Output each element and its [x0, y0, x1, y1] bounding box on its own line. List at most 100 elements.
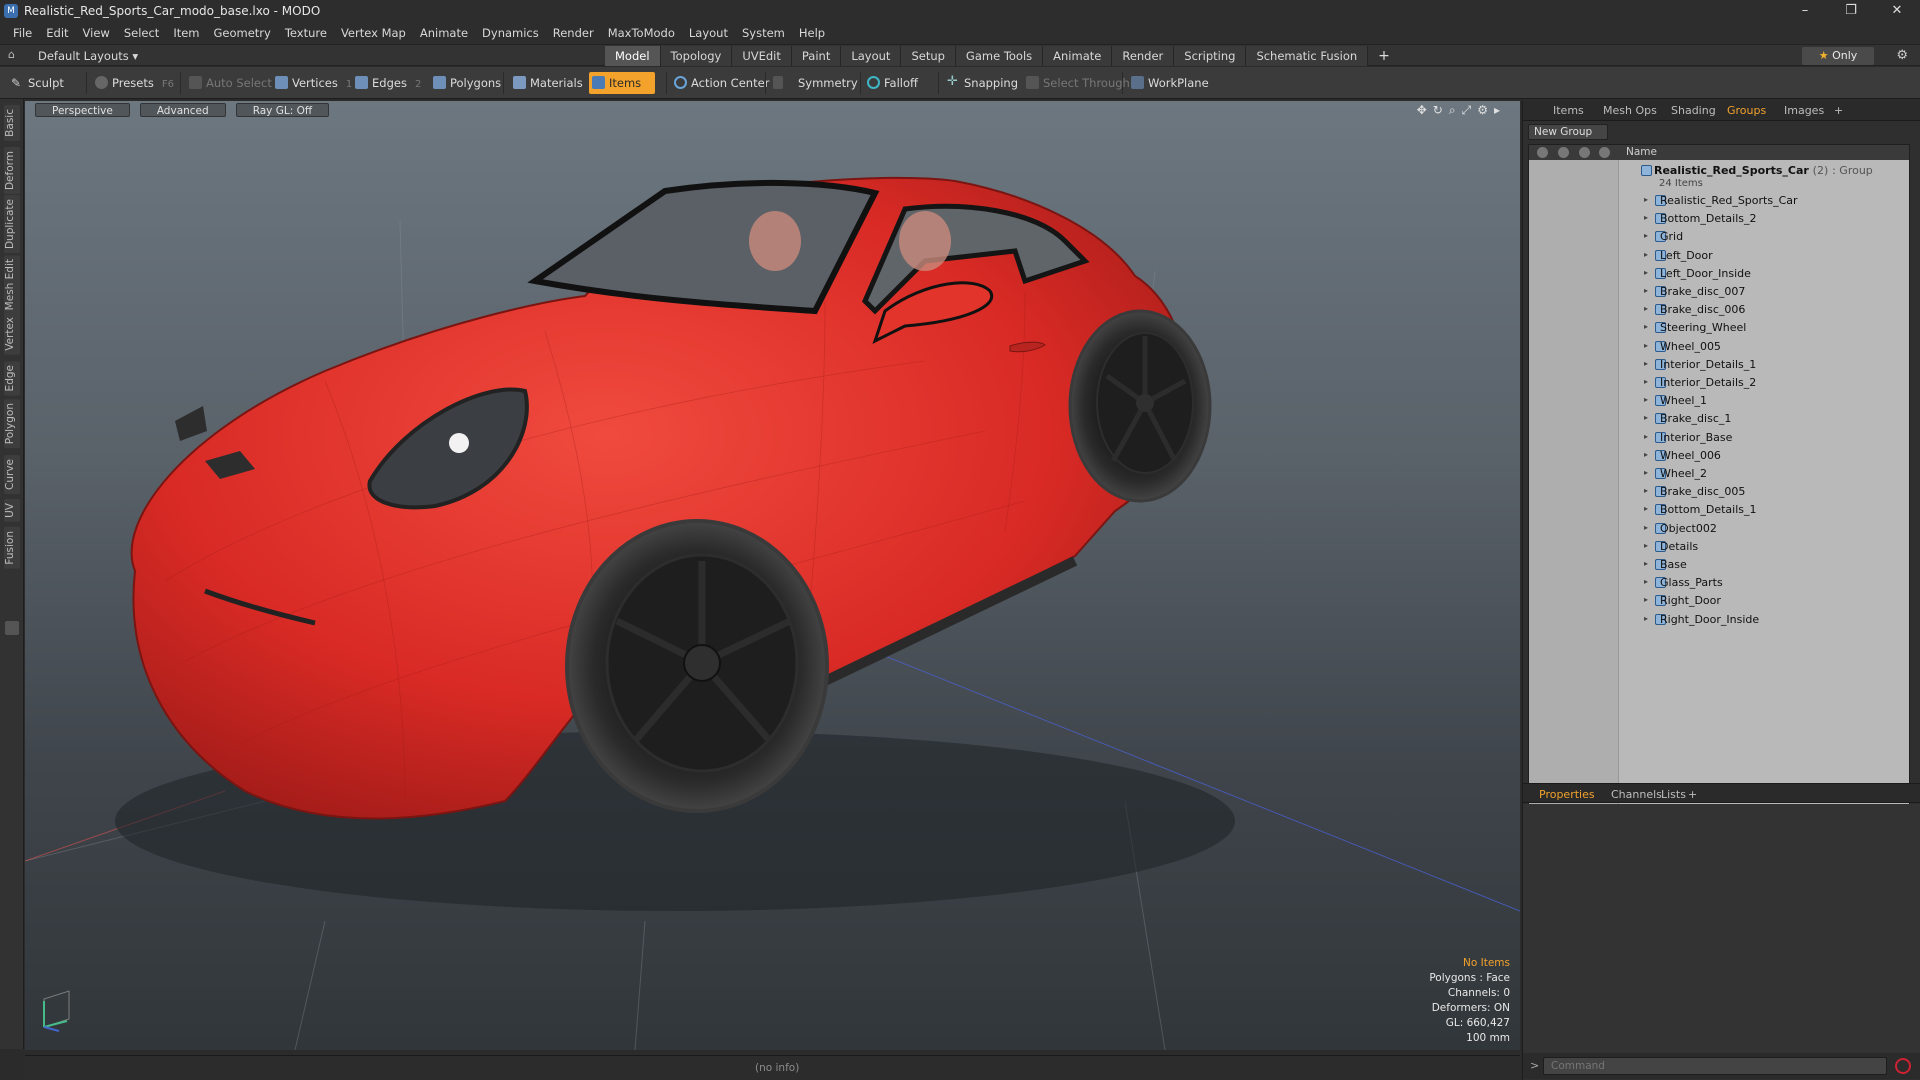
menu-geometry[interactable]: Geometry [207, 26, 278, 40]
tab-game-tools[interactable]: Game Tools [955, 46, 1044, 66]
tab-model[interactable]: Model [605, 46, 661, 66]
expand-arrow-icon[interactable]: ▸ [1644, 468, 1648, 477]
group-list-item[interactable]: ▸ Steering_Wheel [1529, 319, 1909, 337]
expand-arrow-icon[interactable]: ▸ [1644, 341, 1648, 350]
command-input[interactable] [1543, 1057, 1887, 1075]
add-tab-button[interactable]: + [1368, 46, 1400, 66]
falloff-button[interactable]: Falloff [864, 72, 918, 94]
rotate-icon[interactable]: ↻ [1433, 103, 1449, 117]
symmetry-button[interactable]: Symmetry [770, 72, 858, 94]
group-list-item[interactable]: ▸ Realistic_Red_Sports_Car [1529, 192, 1909, 210]
menu-maxtomodo[interactable]: MaxToModo [601, 26, 682, 40]
items-button[interactable]: Items [589, 72, 656, 94]
default-layouts-dropdown[interactable]: Default Layouts ▾ [38, 49, 138, 63]
group-list-item[interactable]: ▸ Interior_Details_1 [1529, 356, 1909, 374]
menu-system[interactable]: System [735, 26, 792, 40]
group-list-item[interactable]: ▸ Object002 [1529, 520, 1909, 538]
viewport-arrow-icon[interactable]: ▸ [1494, 103, 1506, 117]
polygons-button[interactable]: Polygons [430, 72, 501, 94]
sculpt-button[interactable]: ✎ Sculpt [8, 72, 64, 94]
left-tab-vertex[interactable]: Vertex [4, 313, 20, 355]
left-tab-polygon[interactable]: Polygon [4, 399, 20, 449]
maximize-icon[interactable]: ⤢ [1462, 103, 1478, 117]
tab-render[interactable]: Render [1112, 46, 1175, 66]
tab-shading[interactable]: Shading [1671, 104, 1716, 117]
expand-arrow-icon[interactable]: ▸ [1644, 504, 1648, 513]
group-list-item[interactable]: ▸ Base [1529, 556, 1909, 574]
group-list-item[interactable]: ▸ Wheel_1 [1529, 392, 1909, 410]
group-list-item[interactable]: ▸ Brake_disc_005 [1529, 483, 1909, 501]
restore-button[interactable]: ❐ [1828, 0, 1874, 22]
menu-texture[interactable]: Texture [278, 26, 334, 40]
tab-setup[interactable]: Setup [901, 46, 956, 66]
auto-select-button[interactable]: Auto Select [186, 72, 272, 94]
materials-button[interactable]: Materials [510, 72, 583, 94]
left-tab-curve[interactable]: Curve [4, 455, 20, 494]
expand-arrow-icon[interactable]: ▸ [1644, 595, 1648, 604]
group-list-item[interactable]: ▸ Details [1529, 538, 1909, 556]
left-tab-uv[interactable]: UV [4, 499, 20, 522]
menu-help[interactable]: Help [792, 26, 832, 40]
advanced-button[interactable]: Advanced [139, 103, 226, 117]
group-list-item[interactable]: ▸ Interior_Details_2 [1529, 374, 1909, 392]
expand-arrow-icon[interactable]: ▸ [1644, 541, 1648, 550]
menu-vertex-map[interactable]: Vertex Map [334, 26, 413, 40]
group-list-item[interactable]: ▸ Right_Door_Inside [1529, 611, 1909, 629]
expand-arrow-icon[interactable]: ▸ [1644, 195, 1648, 204]
command-stop-icon[interactable] [1895, 1058, 1911, 1074]
tab-images[interactable]: Images [1784, 104, 1824, 117]
edges-button[interactable]: Edges 2 [352, 72, 421, 94]
group-list-item[interactable]: ▸ Bottom_Details_2 [1529, 210, 1909, 228]
menu-render[interactable]: Render [546, 26, 601, 40]
add-props-tab-button[interactable]: + [1688, 788, 1697, 801]
expand-arrow-icon[interactable]: ▸ [1644, 286, 1648, 295]
presets-button[interactable]: Presets F6 [92, 72, 174, 94]
gear-icon[interactable]: ⚙ [1896, 48, 1908, 63]
left-tab-basic[interactable]: Basic [4, 105, 20, 141]
zoom-icon[interactable]: ⌕ [1449, 103, 1462, 117]
group-list-item[interactable]: ▸ Right_Door [1529, 592, 1909, 610]
add-panel-tab-button[interactable]: + [1834, 104, 1843, 117]
expand-arrow-icon[interactable]: ▸ [1644, 322, 1648, 331]
menu-layout[interactable]: Layout [682, 26, 735, 40]
menu-animate[interactable]: Animate [413, 26, 475, 40]
left-tab-fusion[interactable]: Fusion [4, 527, 20, 569]
menu-view[interactable]: View [76, 26, 117, 40]
expand-arrow-icon[interactable]: ▸ [1644, 450, 1648, 459]
expand-arrow-icon[interactable]: ▸ [1644, 413, 1648, 422]
group-list-item[interactable]: ▸ Wheel_006 [1529, 447, 1909, 465]
new-group-button[interactable]: New Group [1528, 124, 1608, 140]
action-center-button[interactable]: Action Center [671, 72, 769, 94]
tab-channels[interactable]: Channels [1611, 788, 1662, 801]
viewport-gear-icon[interactable]: ⚙ [1477, 103, 1494, 117]
group-list-item[interactable]: ▸ Bottom_Details_1 [1529, 501, 1909, 519]
tab-topology[interactable]: Topology [660, 46, 733, 66]
expand-arrow-icon[interactable]: ▸ [1644, 523, 1648, 532]
group-list-item[interactable]: ▸ Grid [1529, 228, 1909, 246]
expand-arrow-icon[interactable]: ▸ [1644, 559, 1648, 568]
group-list-item[interactable]: ▸ Wheel_005 [1529, 338, 1909, 356]
left-panel-toggle[interactable] [5, 621, 19, 635]
menu-dynamics[interactable]: Dynamics [475, 26, 546, 40]
tab-properties[interactable]: Properties [1539, 788, 1595, 801]
snapping-button[interactable]: ✛ Snapping [944, 72, 1018, 94]
left-tab-mesh-edit[interactable]: Mesh Edit [4, 255, 20, 315]
group-list-item[interactable]: ▸ Left_Door_Inside [1529, 265, 1909, 283]
pan-icon[interactable]: ✥ [1417, 103, 1433, 117]
menu-file[interactable]: File [6, 26, 39, 40]
left-tab-deform[interactable]: Deform [4, 147, 20, 195]
expand-arrow-icon[interactable]: ▸ [1644, 486, 1648, 495]
vertices-button[interactable]: Vertices 1 [272, 72, 352, 94]
group-list-item[interactable]: ▸ Glass_Parts [1529, 574, 1909, 592]
tab-groups[interactable]: Groups [1727, 104, 1766, 117]
group-list-item[interactable]: ▸ Interior_Base [1529, 429, 1909, 447]
expand-arrow-icon[interactable]: ▸ [1644, 359, 1648, 368]
expand-arrow-icon[interactable]: ▸ [1644, 395, 1648, 404]
left-tab-edge[interactable]: Edge [4, 361, 20, 396]
group-list-item[interactable]: ▸ Brake_disc_1 [1529, 410, 1909, 428]
raygl-button[interactable]: Ray GL: Off [235, 103, 330, 117]
expand-arrow-icon[interactable]: ▸ [1644, 231, 1648, 240]
select-through-button[interactable]: Select Through [1023, 72, 1130, 94]
expand-arrow-icon[interactable]: ▸ [1644, 304, 1648, 313]
close-button[interactable]: ✕ [1874, 0, 1920, 22]
